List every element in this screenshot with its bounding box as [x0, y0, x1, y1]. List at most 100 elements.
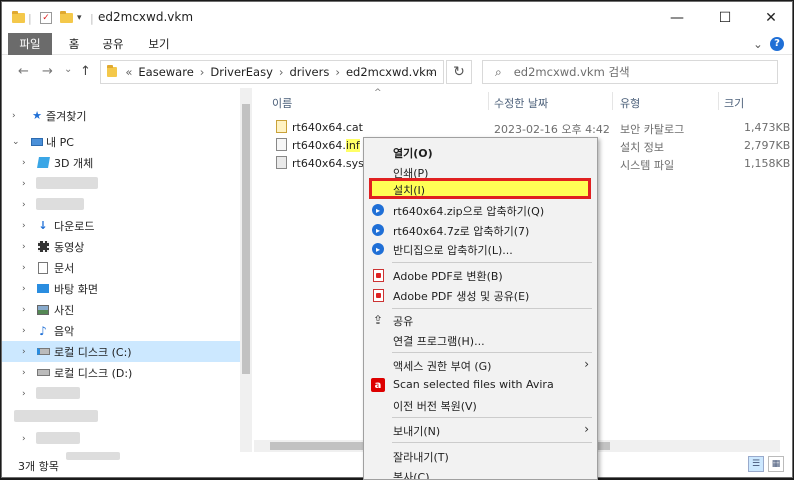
menu-item-create-share-pdf[interactable]: Adobe PDF 생성 및 공유(E) [364, 285, 597, 305]
quick-access-folder-icon[interactable] [12, 10, 25, 26]
collapse-chevron-icon[interactable]: ⌄ [12, 137, 20, 147]
drive-d-icon [36, 367, 50, 379]
tab-home[interactable]: 홈 [62, 33, 86, 55]
menu-item-share[interactable]: ⇪ 공유 [364, 310, 597, 330]
menu-item-label: 보내기(N) [393, 425, 441, 438]
sidebar-item-label: 즐겨찾기 [46, 109, 87, 123]
expand-chevron-icon[interactable]: › [22, 221, 26, 231]
sidebar-item-this-pc[interactable]: ⌄ 내 PC [2, 131, 240, 152]
submenu-arrow-icon: › [584, 422, 589, 436]
tab-share[interactable]: 공유 [98, 33, 128, 55]
help-icon[interactable]: ? [770, 37, 784, 51]
sort-indicator-icon: ^ [374, 88, 382, 98]
menu-item-label: Adobe PDF로 변환(B) [393, 270, 503, 283]
quick-access-new-folder-icon[interactable] [60, 10, 73, 26]
expand-chevron-icon[interactable]: › [22, 158, 26, 168]
menu-item-zip[interactable]: ▸ rt640x64.zip으로 압축하기(Q) [364, 200, 597, 220]
menu-item-open[interactable]: 열기(O) [364, 142, 597, 162]
breadcrumb-separator-icon: › [278, 65, 284, 79]
column-divider[interactable] [612, 92, 613, 110]
quick-access-properties-icon[interactable]: ✓ [40, 10, 52, 26]
breadcrumb-current[interactable]: ed2mcxwd.vkm [346, 65, 437, 79]
ribbon-expand-icon[interactable]: ⌄ [750, 33, 766, 55]
expand-chevron-icon[interactable]: › [22, 326, 26, 336]
column-divider[interactable] [718, 92, 719, 110]
file-size: 1,473KB [744, 121, 791, 134]
quick-access-dropdown-icon[interactable]: ▾ [77, 10, 82, 26]
menu-item-restore-versions[interactable]: 이전 버전 복원(V) [364, 395, 597, 415]
sidebar-item-music[interactable]: › ♪ 음악 [2, 320, 240, 341]
search-input[interactable]: ⌕ ed2mcxwd.vkm 검색 [482, 60, 778, 84]
search-placeholder: ed2mcxwd.vkm 검색 [513, 65, 630, 79]
expand-chevron-icon[interactable]: › [22, 347, 26, 357]
sidebar-item-pictures[interactable]: › 사진 [2, 299, 240, 320]
menu-item-give-access[interactable]: 액세스 권한 부여 (G) › [364, 355, 597, 375]
column-divider[interactable] [488, 92, 489, 110]
column-header-name[interactable]: 이름 [272, 95, 292, 111]
menu-item-open-with[interactable]: 연결 프로그램(H)... [364, 330, 597, 350]
expand-chevron-icon[interactable]: › [22, 389, 26, 399]
sidebar-item-3d-objects[interactable]: › 3D 개체 [2, 152, 240, 173]
expand-chevron-icon[interactable]: › [22, 179, 26, 189]
expand-chevron-icon[interactable]: › [22, 368, 26, 378]
recent-locations-icon[interactable]: ⌄ [64, 64, 72, 75]
menu-item-avira-scan[interactable]: a Scan selected files with Avira [364, 375, 597, 395]
menu-item-install[interactable]: 설치(I) [364, 179, 597, 199]
sidebar-item-blurred-4[interactable] [2, 406, 240, 427]
sidebar-item-label: 로컬 디스크 (D:) [54, 366, 133, 380]
redacted-label [36, 387, 80, 399]
address-dropdown-icon[interactable]: ⌄ [427, 67, 435, 78]
tab-file[interactable]: 파일 [8, 33, 52, 55]
sidebar-item-blurred-1[interactable]: › [2, 173, 240, 194]
refresh-button[interactable]: ↻ [446, 60, 472, 84]
breadcrumb-drivereasy[interactable]: DriverEasy [210, 65, 273, 79]
menu-item-bandizip[interactable]: ▸ 반디집으로 압축하기(L)... [364, 239, 597, 259]
sidebar-item-documents[interactable]: › 문서 [2, 257, 240, 278]
column-header-size[interactable]: 크기 [724, 95, 744, 111]
menu-item-label: 복사(C) [393, 471, 430, 480]
up-button[interactable]: ↑ [80, 64, 91, 79]
breadcrumb-easeware[interactable]: Easeware [138, 65, 193, 79]
back-button[interactable]: ← [18, 64, 29, 79]
sidebar-item-drive-c[interactable]: › 로컬 디스크 (C:) [2, 341, 240, 362]
expand-chevron-icon[interactable]: › [22, 434, 26, 444]
sidebar-item-blurred-2[interactable]: › [2, 194, 240, 215]
minimize-button[interactable]: — [654, 2, 700, 33]
menu-item-send-to[interactable]: 보내기(N) › [364, 420, 597, 440]
download-icon: ↓ [38, 219, 48, 232]
sidebar-item-videos[interactable]: › 동영상 [2, 236, 240, 257]
column-header-modified[interactable]: 수정한 날짜 [494, 95, 548, 111]
sidebar-item-desktop[interactable]: › 바탕 화면 [2, 278, 240, 299]
large-icons-view-icon[interactable]: ▦ [768, 456, 784, 472]
menu-item-7z[interactable]: ▸ rt640x64.7z로 압축하기(7) [364, 220, 597, 240]
details-view-icon[interactable]: ☰ [748, 456, 764, 472]
expand-chevron-icon[interactable]: › [22, 200, 26, 210]
sidebar-item-downloads[interactable]: › ↓ 다운로드 [2, 215, 240, 236]
expand-chevron-icon[interactable]: › [22, 242, 26, 252]
close-button[interactable]: ✕ [748, 2, 792, 33]
forward-button[interactable]: → [42, 64, 53, 79]
menu-item-cut[interactable]: 잘라내기(T) [364, 446, 597, 466]
file-name: rt640x64.cat [292, 121, 363, 134]
sidebar-item-blurred-3[interactable]: › [2, 383, 240, 404]
sidebar-scrollbar[interactable] [240, 88, 252, 452]
breadcrumb-overflow[interactable]: « [125, 65, 132, 79]
maximize-button[interactable]: ☐ [702, 2, 748, 33]
expand-chevron-icon[interactable]: › [22, 305, 26, 315]
share-icon: ⇪ [372, 313, 384, 327]
sidebar-scrollbar-thumb[interactable] [242, 104, 250, 374]
file-row[interactable]: rt640x64.cat 2023-02-16 오후 4:42 보안 카탈로그 … [272, 118, 792, 136]
menu-item-convert-pdf[interactable]: Adobe PDF로 변환(B) [364, 265, 597, 285]
sidebar-item-favorites[interactable]: › ★ 즐겨찾기 [2, 105, 240, 126]
file-modified: 2023-02-16 오후 4:42 [494, 123, 610, 136]
sidebar-item-blurred-5[interactable]: › [2, 428, 240, 449]
column-header-type[interactable]: 유형 [620, 95, 640, 111]
expand-chevron-icon[interactable]: › [22, 284, 26, 294]
tab-view[interactable]: 보기 [144, 33, 174, 55]
expand-chevron-icon[interactable]: › [12, 111, 16, 121]
menu-item-copy[interactable]: 복사(C) [364, 466, 597, 480]
sidebar-item-drive-d[interactable]: › 로컬 디스크 (D:) [2, 362, 240, 383]
expand-chevron-icon[interactable]: › [22, 263, 26, 273]
breadcrumb-drivers[interactable]: drivers [290, 65, 330, 79]
address-bar[interactable]: « Easeware › DriverEasy › drivers › ed2m… [100, 60, 444, 84]
